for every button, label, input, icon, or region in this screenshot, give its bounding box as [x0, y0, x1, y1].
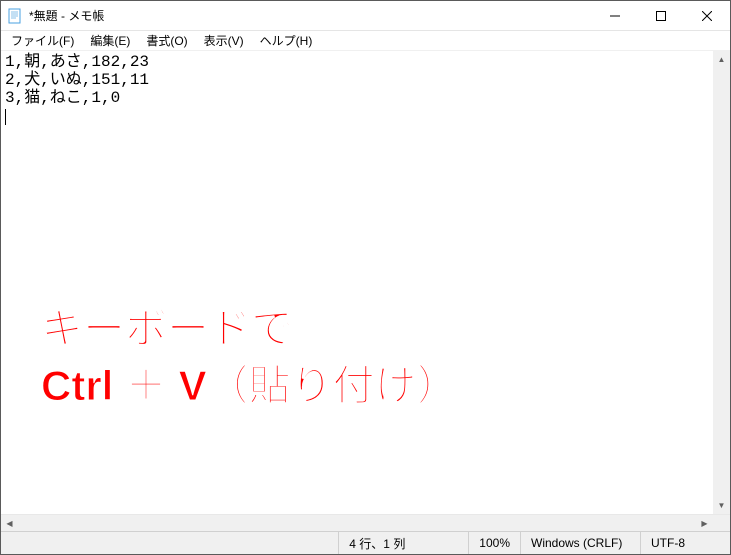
- window-title: *無題 - メモ帳: [29, 7, 592, 24]
- horizontal-scroll-row: ◀ ▶: [1, 514, 730, 531]
- horizontal-scrollbar[interactable]: ◀ ▶: [1, 515, 713, 531]
- statusbar: 4 行、1 列 100% Windows (CRLF) UTF-8: [1, 531, 730, 554]
- status-zoom: 100%: [468, 532, 520, 554]
- scroll-track[interactable]: [713, 68, 730, 497]
- menu-edit[interactable]: 編集(E): [82, 30, 138, 51]
- scroll-right-icon[interactable]: ▶: [696, 515, 713, 531]
- menu-help[interactable]: ヘルプ(H): [252, 30, 321, 51]
- scroll-left-icon[interactable]: ◀: [1, 515, 18, 531]
- status-line-ending: Windows (CRLF): [520, 532, 640, 554]
- maximize-button[interactable]: [638, 1, 684, 30]
- menubar: ファイル(F) 編集(E) 書式(O) 表示(V) ヘルプ(H): [1, 31, 730, 51]
- close-button[interactable]: [684, 1, 730, 30]
- editor-line: 3,猫,ねこ,1,0: [5, 89, 120, 107]
- scroll-up-icon[interactable]: ▲: [713, 51, 730, 68]
- menu-view[interactable]: 表示(V): [196, 30, 252, 51]
- editor-line: 2,犬,いぬ,151,11: [5, 71, 149, 89]
- status-position: 4 行、1 列: [338, 532, 468, 554]
- editor-line: 1,朝,あさ,182,23: [5, 53, 149, 71]
- menu-format[interactable]: 書式(O): [138, 30, 195, 51]
- scroll-track[interactable]: [18, 515, 696, 531]
- status-encoding: UTF-8: [640, 532, 730, 554]
- vertical-scrollbar[interactable]: ▲ ▼: [713, 51, 730, 514]
- titlebar: *無題 - メモ帳: [1, 1, 730, 31]
- text-cursor: [5, 109, 6, 125]
- notepad-icon: [7, 8, 23, 24]
- status-spacer: [1, 532, 338, 554]
- menu-file[interactable]: ファイル(F): [3, 30, 82, 51]
- scroll-corner: [713, 515, 730, 532]
- text-editor[interactable]: 1,朝,あさ,182,23 2,犬,いぬ,151,11 3,猫,ねこ,1,0: [1, 51, 713, 514]
- scroll-down-icon[interactable]: ▼: [713, 497, 730, 514]
- editor-area: 1,朝,あさ,182,23 2,犬,いぬ,151,11 3,猫,ねこ,1,0 ▲…: [1, 51, 730, 514]
- minimize-button[interactable]: [592, 1, 638, 30]
- window-controls: [592, 1, 730, 30]
